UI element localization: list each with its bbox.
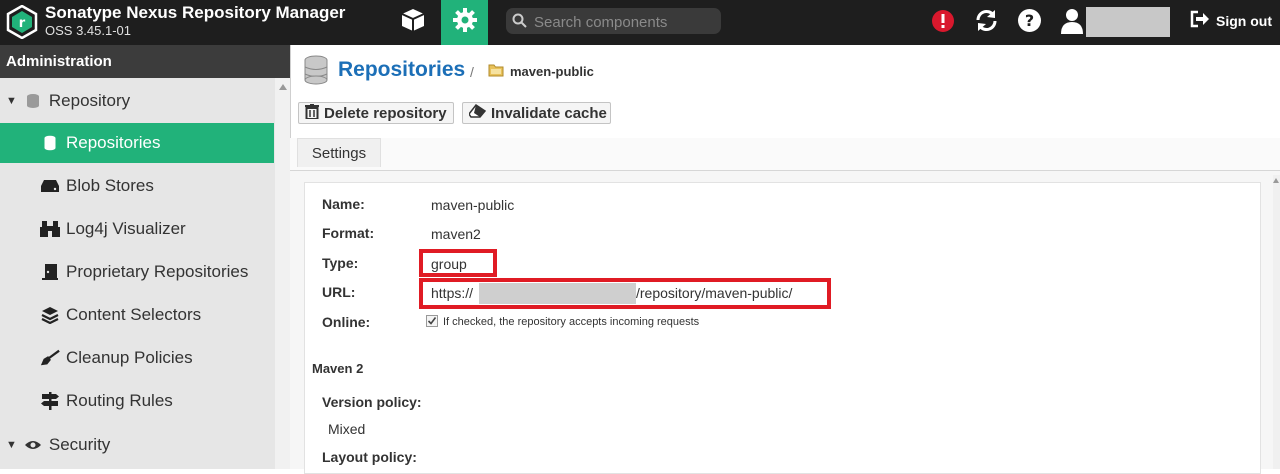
sidebar-item-label: Cleanup Policies [66,348,193,367]
binoculars-icon [40,220,60,238]
folder-icon [488,63,504,82]
type-value: group [431,256,467,272]
hard-drive-icon [40,179,60,193]
version-policy-value: Mixed [328,421,366,437]
collapse-triangle-icon: ▼ [6,95,17,107]
sidebar-item-cleanup-policies[interactable]: Cleanup Policies [0,338,274,378]
signpost-icon [40,392,60,410]
breadcrumb-current: maven-public [510,64,594,79]
sidebar-item-label: Routing Rules [66,391,173,410]
sidebar-item-label: Content Selectors [66,305,202,324]
delete-repository-button[interactable]: Delete repository [298,102,454,124]
invalidate-cache-label: Invalidate cache [491,104,607,122]
repositories-database-icon [303,55,329,90]
sidebar-group-label: Security [48,435,111,454]
sidebar-item-blob-stores[interactable]: Blob Stores [0,166,274,206]
database-icon [40,135,60,151]
sidebar-item-label: Repositories [66,133,161,152]
check-icon [427,317,437,325]
door-icon [40,263,60,281]
app-version: OSS 3.45.1-01 [45,23,131,38]
svg-text:r: r [19,16,26,31]
url-suffix[interactable]: /repository/maven-public/ [636,285,792,301]
sign-out-icon [1190,10,1210,31]
svg-text:?: ? [1025,11,1034,30]
browse-nav-button[interactable] [392,0,434,45]
type-label: Type: [322,255,359,271]
delete-repository-label: Delete repository [324,104,447,122]
sign-out-button[interactable]: Sign out [1190,10,1272,31]
online-label: Online: [322,314,371,330]
database-icon [23,93,43,109]
sidebar-item-proprietary-repositories[interactable]: Proprietary Repositories [0,252,274,292]
sidebar-group-repository[interactable]: ▼ Repository [0,81,274,121]
online-checkbox[interactable] [426,315,438,327]
sidebar-group-security[interactable]: ▼ Security [0,425,274,465]
sidebar-section-title: Administration [0,45,290,78]
name-value: maven-public [431,197,515,213]
eraser-icon [468,103,487,122]
refresh-icon[interactable] [974,8,999,38]
admin-nav-button[interactable] [441,0,488,45]
layers-icon [40,306,60,324]
main-scrollbar[interactable] [1273,175,1280,469]
sidebar-item-label: Proprietary Repositories [66,262,249,281]
sidebar-item-log4j-visualizer[interactable]: Log4j Visualizer [0,209,274,249]
layout-policy-label: Layout policy: [322,449,417,465]
format-value: maven2 [431,226,481,242]
trash-icon [305,103,319,123]
tab-settings[interactable]: Settings [297,138,381,167]
url-host-redacted [479,283,636,304]
eye-icon [23,438,43,452]
search-box[interactable] [506,8,721,34]
sidebar-item-routing-rules[interactable]: Routing Rules [0,381,274,421]
format-label: Format: [322,225,375,241]
broom-icon [40,349,60,367]
tab-strip [290,138,1280,171]
name-label: Name: [322,196,365,212]
username-redacted[interactable] [1086,7,1170,37]
maven-section-title: Maven 2 [312,361,364,376]
sidebar-item-label: Log4j Visualizer [66,219,186,238]
nexus-logo-icon[interactable]: r [6,4,38,40]
user-icon[interactable] [1060,8,1084,39]
cube-icon [400,7,426,38]
breadcrumb-separator: / [470,64,474,80]
help-icon[interactable]: ? [1017,8,1042,38]
version-policy-label: Version policy: [322,394,422,410]
app-title: Sonatype Nexus Repository Manager [45,3,346,22]
invalidate-cache-button[interactable]: Invalidate cache [462,102,611,124]
sidebar-item-content-selectors[interactable]: Content Selectors [0,295,274,335]
online-help-text: If checked, the repository accepts incom… [443,316,700,328]
alert-icon[interactable] [931,9,955,38]
search-input[interactable] [532,11,716,33]
sign-out-label: Sign out [1216,12,1272,29]
gear-icon [452,7,478,38]
search-icon [512,13,527,33]
url-prefix[interactable]: https:// [431,285,473,301]
sidebar-group-label: Repository [48,91,131,110]
url-label: URL: [322,284,356,300]
collapse-triangle-icon: ▼ [6,439,17,451]
sidebar-item-repositories[interactable]: Repositories [0,123,274,163]
sidebar-scrollbar[interactable] [275,78,290,469]
sidebar-item-label: Blob Stores [66,176,154,195]
page-title[interactable]: Repositories [338,58,465,82]
